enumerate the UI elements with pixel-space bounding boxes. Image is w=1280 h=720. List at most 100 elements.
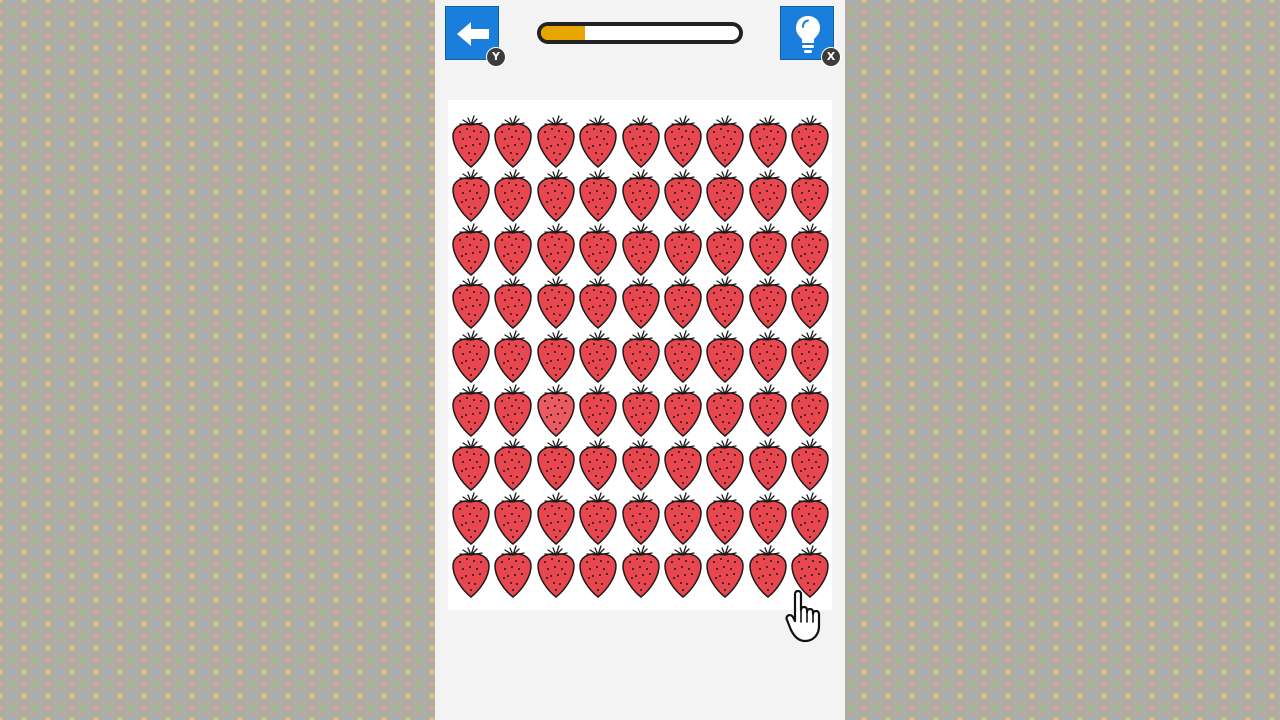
strawberry-cell[interactable] — [789, 275, 831, 330]
strawberry-icon — [621, 438, 660, 491]
strawberry-cell[interactable] — [620, 544, 662, 599]
strawberry-cell[interactable] — [789, 114, 831, 168]
strawberry-cell[interactable] — [747, 222, 789, 276]
strawberry-icon — [537, 330, 575, 384]
strawberry-cell[interactable] — [662, 491, 704, 545]
strawberry-icon — [494, 438, 533, 491]
strawberry-cell[interactable] — [492, 222, 534, 276]
strawberry-cell[interactable] — [577, 544, 619, 599]
hint-button[interactable]: X — [780, 6, 841, 67]
back-button[interactable]: Y — [445, 6, 506, 67]
strawberry-cell[interactable] — [747, 491, 789, 545]
strawberry-cell[interactable] — [450, 437, 492, 491]
strawberry-cell[interactable] — [577, 437, 619, 491]
strawberry-cell[interactable] — [535, 437, 577, 491]
strawberry-cell[interactable] — [747, 437, 789, 491]
strawberry-cell[interactable] — [704, 329, 746, 384]
strawberry-cell[interactable] — [450, 491, 492, 545]
strawberry-cell[interactable] — [450, 544, 492, 599]
strawberry-cell[interactable] — [662, 383, 704, 437]
strawberry-cell[interactable] — [450, 168, 492, 222]
strawberry-cell[interactable] — [577, 222, 619, 276]
strawberry-cell[interactable] — [620, 491, 662, 545]
strawberry-cell[interactable] — [620, 275, 662, 330]
strawberry-cell[interactable] — [492, 544, 534, 599]
strawberry-cell[interactable] — [492, 383, 534, 437]
strawberry-cell[interactable] — [662, 437, 704, 491]
strawberry-icon — [452, 545, 490, 599]
strawberry-cell[interactable] — [620, 437, 662, 491]
strawberry-cell[interactable] — [662, 114, 704, 168]
y-key-badge: Y — [486, 47, 506, 67]
strawberry-cell[interactable] — [577, 114, 619, 168]
strawberry-cell[interactable] — [747, 383, 789, 437]
strawberry-cell[interactable] — [662, 168, 704, 222]
strawberry-icon — [537, 491, 575, 545]
strawberry-cell[interactable] — [704, 383, 746, 437]
strawberry-icon — [537, 438, 575, 491]
strawberry-cell[interactable] — [662, 544, 704, 599]
strawberry-cell[interactable] — [450, 222, 492, 276]
strawberry-cell[interactable] — [450, 383, 492, 437]
strawberry-cell[interactable] — [492, 491, 534, 545]
strawberry-cell[interactable] — [492, 329, 534, 384]
strawberry-icon — [579, 491, 617, 545]
strawberry-cell[interactable] — [747, 114, 789, 168]
strawberry-cell[interactable] — [535, 329, 577, 384]
strawberry-cell[interactable] — [535, 491, 577, 545]
strawberry-cell[interactable] — [535, 114, 577, 168]
strawberry-cell[interactable] — [577, 168, 619, 222]
strawberry-cell[interactable] — [492, 114, 534, 168]
strawberry-cell[interactable] — [662, 222, 704, 276]
strawberry-cell[interactable] — [620, 114, 662, 168]
strawberry-cell[interactable] — [577, 329, 619, 384]
strawberry-icon — [452, 438, 490, 491]
strawberry-cell[interactable] — [535, 275, 577, 330]
strawberry-cell[interactable] — [747, 544, 789, 599]
strawberry-cell[interactable] — [747, 329, 789, 384]
strawberry-cell[interactable] — [577, 275, 619, 330]
strawberry-cell[interactable] — [620, 329, 662, 384]
strawberry-cell[interactable] — [704, 114, 746, 168]
strawberry-cell[interactable] — [535, 168, 577, 222]
strawberry-icon — [579, 276, 617, 330]
strawberry-icon — [791, 169, 829, 222]
strawberry-cell[interactable] — [450, 114, 492, 168]
strawberry-cell[interactable] — [789, 168, 831, 222]
strawberry-cell[interactable] — [662, 275, 704, 330]
strawberry-cell[interactable] — [704, 275, 746, 330]
strawberry-cell[interactable] — [704, 437, 746, 491]
strawberry-grid — [448, 100, 832, 610]
strawberry-cell[interactable] — [704, 222, 746, 276]
strawberry-icon — [621, 115, 660, 168]
strawberry-cell[interactable] — [577, 383, 619, 437]
strawberry-cell[interactable] — [620, 383, 662, 437]
strawberry-cell[interactable] — [747, 168, 789, 222]
strawberry-cell[interactable] — [704, 168, 746, 222]
strawberry-cell[interactable] — [577, 491, 619, 545]
strawberry-cell[interactable] — [704, 544, 746, 599]
strawberry-cell[interactable] — [492, 168, 534, 222]
strawberry-cell[interactable] — [450, 329, 492, 384]
strawberry-cell[interactable] — [662, 329, 704, 384]
strawberry-cell[interactable] — [620, 222, 662, 276]
strawberry-icon — [664, 545, 702, 599]
strawberry-cell[interactable] — [450, 275, 492, 330]
strawberry-cell[interactable] — [535, 544, 577, 599]
strawberry-cell[interactable] — [789, 222, 831, 276]
strawberry-cell[interactable] — [789, 383, 831, 437]
strawberry-icon — [579, 545, 617, 599]
strawberry-icon — [749, 330, 787, 384]
strawberry-cell[interactable] — [747, 275, 789, 330]
strawberry-cell[interactable] — [789, 329, 831, 384]
strawberry-cell[interactable] — [492, 275, 534, 330]
strawberry-cell[interactable] — [789, 437, 831, 491]
strawberry-cell[interactable] — [492, 437, 534, 491]
strawberry-odd-one-out[interactable] — [535, 383, 577, 437]
strawberry-icon — [621, 330, 660, 384]
strawberry-cell[interactable] — [535, 222, 577, 276]
strawberry-cell[interactable] — [789, 491, 831, 545]
strawberry-cell[interactable] — [620, 168, 662, 222]
strawberry-cell[interactable] — [704, 491, 746, 545]
strawberry-icon — [706, 169, 745, 222]
